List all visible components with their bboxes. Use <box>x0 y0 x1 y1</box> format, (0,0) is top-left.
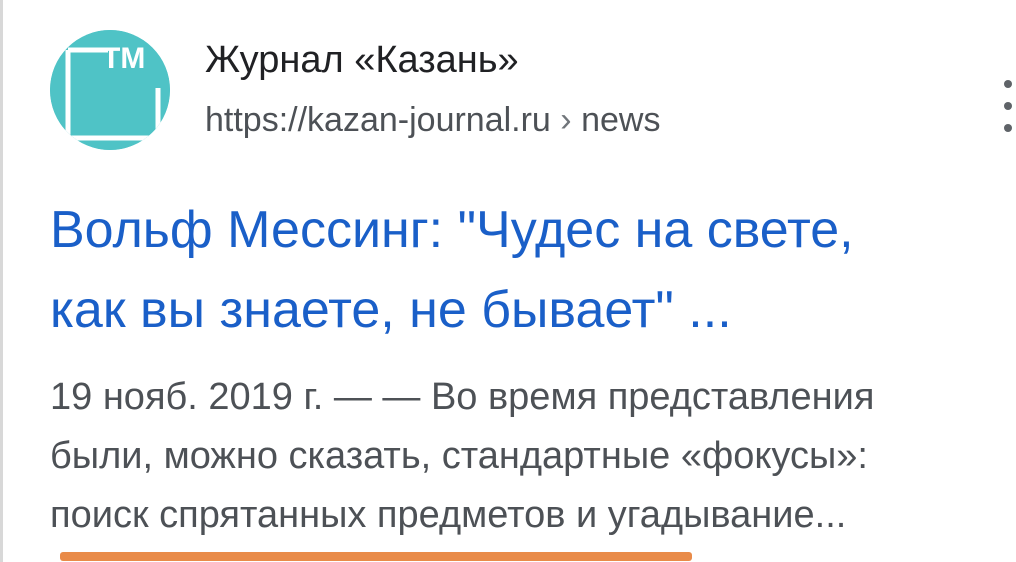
more-dot <box>1004 124 1012 132</box>
snippet-line: 19 нояб. 2019 г. — — Во время представле… <box>50 376 875 418</box>
result-snippet: 19 нояб. 2019 г. — — Во время представле… <box>50 368 990 545</box>
site-name[interactable]: Журнал «Казань» <box>205 38 519 84</box>
more-dot <box>1004 80 1012 88</box>
result-title-line: Вольф Мессинг: "Чудес на свете, <box>50 201 854 259</box>
left-edge-divider <box>0 0 3 562</box>
more-dot <box>1004 102 1012 110</box>
more-vert-icon[interactable] <box>993 80 1016 132</box>
snippet-line: были, можно сказать, стандартные «фокусы… <box>50 435 868 477</box>
site-logo-graphic: ТМ <box>50 30 170 150</box>
result-title-link[interactable]: Вольф Мессинг: "Чудес на свете, как вы з… <box>50 190 990 350</box>
url-path: news <box>581 101 661 139</box>
url-separator: › <box>560 101 572 139</box>
site-url-breadcrumb[interactable]: https://kazan-journal.ru › news <box>205 100 660 141</box>
site-logo[interactable]: ТМ <box>50 30 170 150</box>
snippet-line: поиск спрятанных предметов и угадывание.… <box>50 494 847 536</box>
highlight-underline <box>60 552 692 561</box>
site-logo-text: ТМ <box>102 42 145 75</box>
url-domain: https://kazan-journal.ru <box>205 101 551 139</box>
result-title-line: как вы знаете, не бывает" ... <box>50 281 732 339</box>
